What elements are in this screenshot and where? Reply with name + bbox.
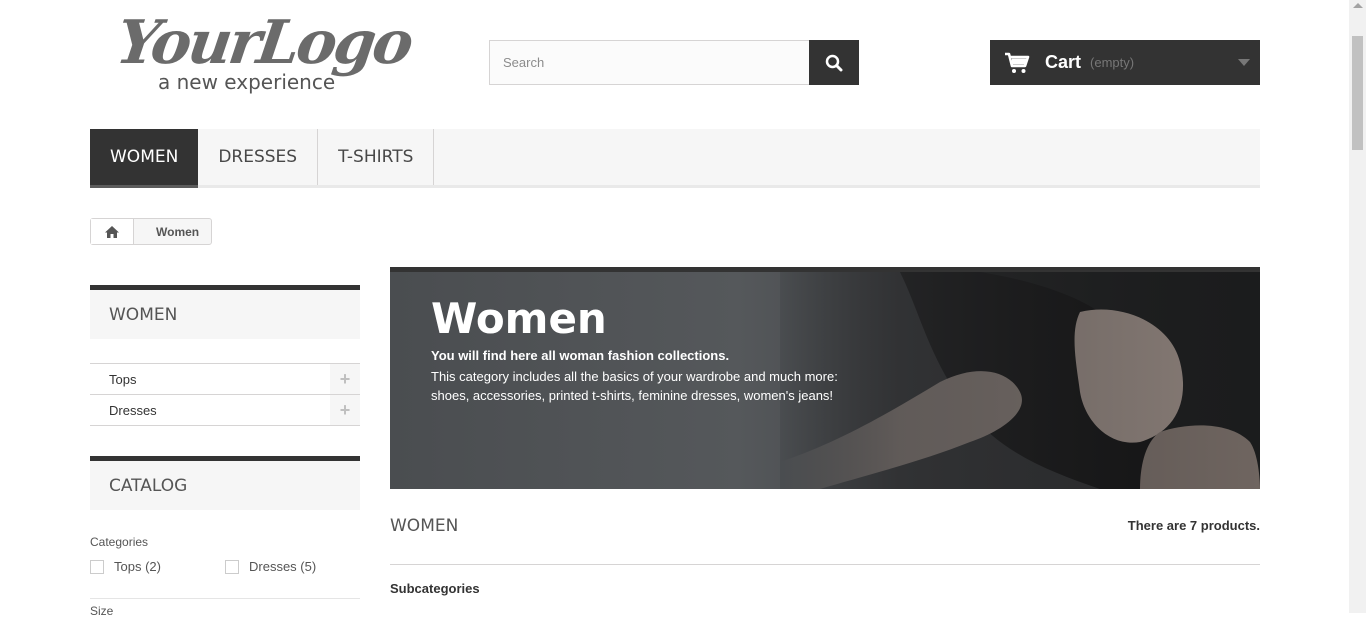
divider — [90, 598, 360, 599]
list-item: Tops + — [90, 364, 360, 395]
breadcrumb: Women — [90, 218, 213, 245]
logo-tagline: a new experience — [158, 70, 336, 94]
checkbox[interactable] — [90, 559, 104, 574]
category-link-dresses[interactable]: Dresses — [90, 403, 157, 418]
menu-item-tshirts[interactable]: T-SHIRTS — [318, 129, 435, 185]
banner-title: Women — [431, 294, 607, 343]
catalog-block-title: CATALOG — [90, 456, 360, 510]
subcategories-heading: Subcategories — [390, 581, 480, 596]
plus-icon[interactable]: + — [330, 364, 360, 394]
chevron-down-icon[interactable] — [1238, 59, 1250, 66]
breadcrumb-current: Women — [156, 224, 200, 239]
search-input[interactable] — [489, 40, 809, 85]
product-count: There are 7 products. — [1127, 518, 1260, 533]
cart-label: Cart — [1045, 52, 1082, 72]
scrollbar-thumb[interactable] — [1352, 36, 1363, 150]
filter-categories-heading: Categories — [90, 535, 149, 549]
filter-size-heading: Size — [90, 604, 114, 618]
logo[interactable]: YourLogo — [112, 8, 415, 78]
category-tree: Tops + Dresses + — [90, 363, 360, 426]
filter-option-dresses[interactable]: Dresses (5) — [225, 559, 316, 574]
breadcrumb-home[interactable] — [91, 219, 134, 244]
plus-icon[interactable]: + — [330, 395, 360, 425]
search-icon — [825, 54, 843, 71]
category-banner: Women You will find here all woman fashi… — [390, 267, 1260, 489]
filter-option-label: Tops (2) — [114, 559, 161, 574]
list-item: Dresses + — [90, 395, 360, 426]
main-menu: WOMEN DRESSES T-SHIRTS — [90, 129, 1260, 188]
menu-item-women[interactable]: WOMEN — [90, 129, 199, 188]
cart-button[interactable]: Cart (empty) — [990, 40, 1260, 85]
home-icon — [105, 225, 119, 238]
banner-lead: You will find here all woman fashion col… — [431, 348, 730, 363]
category-link-tops[interactable]: Tops — [90, 372, 136, 387]
filter-option-label: Dresses (5) — [249, 559, 317, 574]
cart-icon — [1005, 52, 1030, 73]
scroll-up-arrow-icon[interactable] — [1353, 3, 1363, 8]
checkbox[interactable] — [225, 559, 239, 574]
cart-status: (empty) — [1090, 55, 1135, 70]
category-heading: WOMEN — [390, 516, 459, 536]
menu-item-dresses[interactable]: DRESSES — [198, 129, 319, 185]
filter-option-tops[interactable]: Tops (2) — [90, 559, 161, 574]
banner-description: This category includes all the basics of… — [431, 369, 838, 403]
divider — [390, 564, 1260, 565]
search-button[interactable] — [809, 40, 859, 85]
category-block-title: WOMEN — [90, 285, 360, 339]
